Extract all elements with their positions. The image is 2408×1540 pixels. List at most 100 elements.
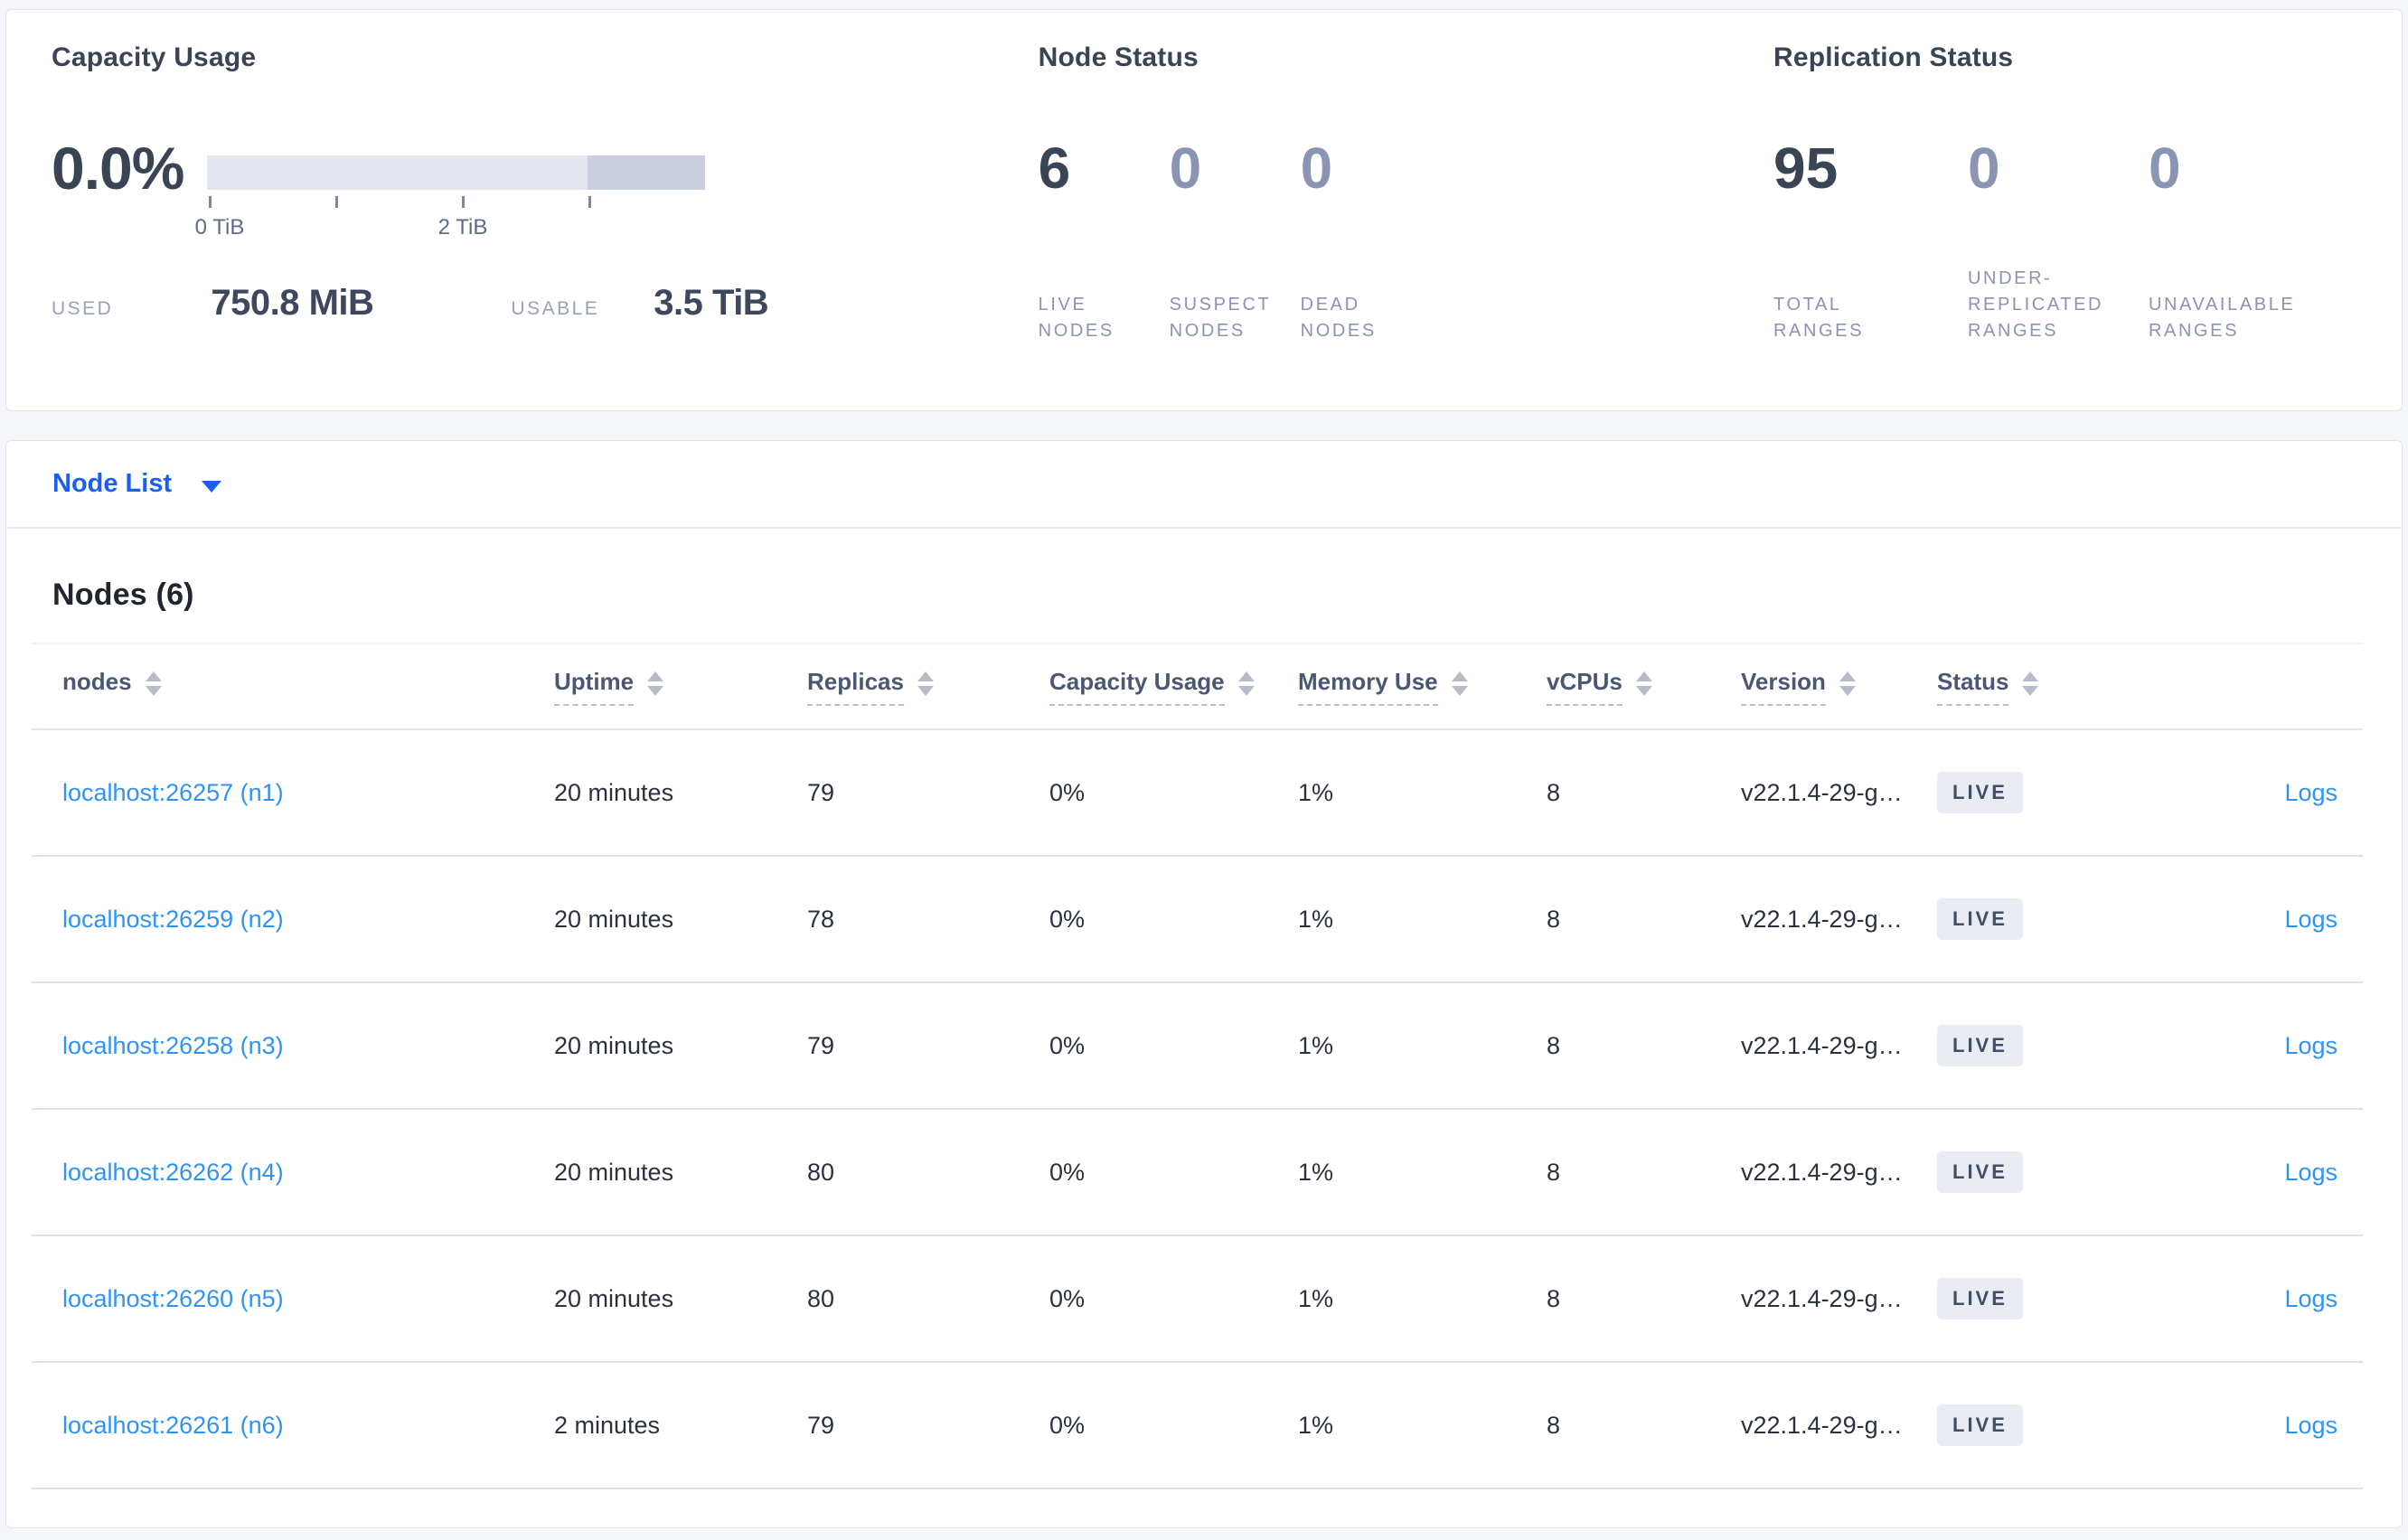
uptime-cell: 20 minutes (554, 1158, 674, 1186)
column-header-uptime[interactable]: Uptime (554, 668, 807, 706)
node-link[interactable]: localhost:26258 (n3) (62, 1032, 284, 1059)
unavailable-ranges-label: UNAVAILABLE RANGES (2149, 295, 2296, 341)
capacity-bar-segment (588, 155, 705, 190)
caret-down-icon (202, 480, 222, 493)
scale-tick (335, 196, 338, 208)
memory-cell: 1% (1298, 1411, 1334, 1439)
nodes-count-heading: Nodes (6) (52, 578, 194, 612)
memory-cell: 1% (1298, 778, 1334, 806)
node-status-section: Node Status 6 0 0 LIVE NODES SUSPECT NOD… (1039, 41, 1773, 410)
replication-status-labels: TOTAL RANGES UNDER-REPLICATED RANGES UNA… (1773, 263, 2366, 344)
node-row: localhost:26261 (n6) 2 minutes 79 0% 1% … (32, 1363, 2363, 1489)
memory-cell: 1% (1298, 905, 1334, 933)
usable-value: 3.5 TiB (654, 283, 769, 323)
sort-arrows-icon (2022, 671, 2039, 696)
node-list-dropdown[interactable]: Node List (52, 469, 222, 499)
uptime-cell: 20 minutes (554, 1284, 674, 1312)
node-link[interactable]: localhost:26257 (n1) (62, 779, 284, 806)
vcpus-cell: 8 (1547, 1031, 1561, 1059)
status-badge: LIVE (1937, 1404, 2023, 1446)
capacity-bar-scale: 0 TiB 2 TiB (195, 190, 705, 240)
capacity-cell: 0% (1049, 1031, 1086, 1059)
memory-cell: 1% (1298, 1284, 1334, 1312)
version-cell: v22.1.4-29-g… (1741, 1284, 1903, 1312)
replicas-cell: 80 (807, 1158, 835, 1186)
capacity-bar-track (207, 155, 705, 190)
suspect-nodes-count: 0 (1169, 136, 1202, 201)
capacity-cell: 0% (1049, 1158, 1086, 1186)
logs-link[interactable]: Logs (2284, 1032, 2337, 1059)
sort-arrows-icon (917, 671, 934, 696)
logs-link[interactable]: Logs (2284, 1285, 2337, 1312)
node-status-labels: LIVE NODES SUSPECT NODES DEAD NODES (1039, 263, 1773, 344)
vcpus-cell: 8 (1547, 778, 1561, 806)
node-link[interactable]: localhost:26262 (n4) (62, 1159, 284, 1186)
column-header-nodes[interactable]: nodes (32, 668, 554, 706)
nodes-table-header: nodes Uptime Replicas Capacity Usage Mem… (32, 643, 2363, 730)
sort-arrows-icon (1451, 671, 1468, 696)
sort-arrows-icon (1839, 671, 1856, 696)
capacity-usage-title: Capacity Usage (52, 42, 257, 72)
uptime-cell: 20 minutes (554, 905, 674, 933)
vcpus-cell: 8 (1547, 1284, 1561, 1312)
logs-link[interactable]: Logs (2284, 1412, 2337, 1439)
dead-nodes-count: 0 (1300, 136, 1333, 201)
total-ranges-label: TOTAL RANGES (1773, 295, 1865, 341)
status-badge: LIVE (1937, 772, 2023, 813)
column-header-memory-use[interactable]: Memory Use (1298, 668, 1547, 706)
replicas-cell: 79 (807, 1031, 835, 1059)
vcpus-cell: 8 (1547, 1158, 1561, 1186)
node-link[interactable]: localhost:26260 (n5) (62, 1285, 284, 1312)
used-value: 750.8 MiB (211, 283, 374, 323)
logs-link[interactable]: Logs (2284, 906, 2337, 933)
node-row: localhost:26258 (n3) 20 minutes 79 0% 1%… (32, 983, 2363, 1110)
column-header-replicas[interactable]: Replicas (807, 668, 1049, 706)
scale-tick (462, 196, 465, 208)
replicas-cell: 79 (807, 1411, 835, 1439)
capacity-used-percent: 0.0% (52, 135, 184, 202)
column-header-version[interactable]: Version (1741, 668, 1937, 706)
uptime-cell: 20 minutes (554, 1031, 674, 1059)
replication-status-section: Replication Status 95 0 0 TOTAL RANGES U… (1773, 41, 2366, 410)
logs-link[interactable]: Logs (2284, 1159, 2337, 1186)
scale-label-start: 0 TiB (194, 215, 245, 239)
column-header-status[interactable]: Status (1937, 668, 2125, 706)
node-row: localhost:26257 (n1) 20 minutes 79 0% 1%… (32, 730, 2363, 857)
node-row: localhost:26262 (n4) 20 minutes 80 0% 1%… (32, 1110, 2363, 1236)
vcpus-cell: 8 (1547, 1411, 1561, 1439)
version-cell: v22.1.4-29-g… (1741, 1158, 1903, 1186)
usable-label: USABLE (511, 298, 600, 319)
capacity-usage-section: Capacity Usage 0.0% 0 TiB 2 TiB USED 750… (52, 41, 1039, 410)
node-row: localhost:26259 (n2) 20 minutes 78 0% 1%… (32, 857, 2363, 983)
sort-arrows-icon (1237, 671, 1255, 696)
capacity-used-usable-row: USED 750.8 MiB USABLE 3.5 TiB (52, 283, 1039, 324)
sort-arrows-icon (1635, 671, 1652, 696)
version-cell: v22.1.4-29-g… (1741, 1031, 1903, 1059)
memory-cell: 1% (1298, 1158, 1334, 1186)
replicas-cell: 80 (807, 1284, 835, 1312)
version-cell: v22.1.4-29-g… (1741, 778, 1903, 806)
cluster-summary-panel: Capacity Usage 0.0% 0 TiB 2 TiB USED 750… (5, 9, 2403, 411)
cluster-overview-page: Capacity Usage 0.0% 0 TiB 2 TiB USED 750… (0, 0, 2408, 1537)
dead-nodes-label: DEAD NODES (1300, 295, 1377, 341)
scale-label-mid: 2 TiB (437, 215, 488, 239)
node-link[interactable]: localhost:26259 (n2) (62, 906, 284, 933)
column-header-vcpus[interactable]: vCPUs (1547, 668, 1741, 706)
status-badge: LIVE (1937, 1278, 2023, 1319)
scale-tick (209, 196, 212, 208)
replication-status-title: Replication Status (1773, 42, 2014, 72)
sort-arrows-icon (647, 671, 664, 696)
under-replicated-ranges-count: 0 (1968, 136, 2000, 201)
uptime-cell: 20 minutes (554, 778, 674, 806)
capacity-cell: 0% (1049, 1411, 1086, 1439)
logs-link[interactable]: Logs (2284, 779, 2337, 806)
node-link[interactable]: localhost:26261 (n6) (62, 1412, 284, 1439)
version-cell: v22.1.4-29-g… (1741, 905, 1903, 933)
column-header-capacity-usage[interactable]: Capacity Usage (1049, 668, 1298, 706)
replicas-cell: 79 (807, 778, 835, 806)
live-nodes-count: 6 (1038, 136, 1071, 201)
nodes-table: nodes Uptime Replicas Capacity Usage Mem… (32, 643, 2363, 1489)
node-status-numbers: 6 0 0 (1039, 133, 1773, 205)
capacity-cell: 0% (1049, 1284, 1086, 1312)
node-list-panel: Node List Nodes (6) nodes Uptime Replica… (5, 440, 2403, 1528)
